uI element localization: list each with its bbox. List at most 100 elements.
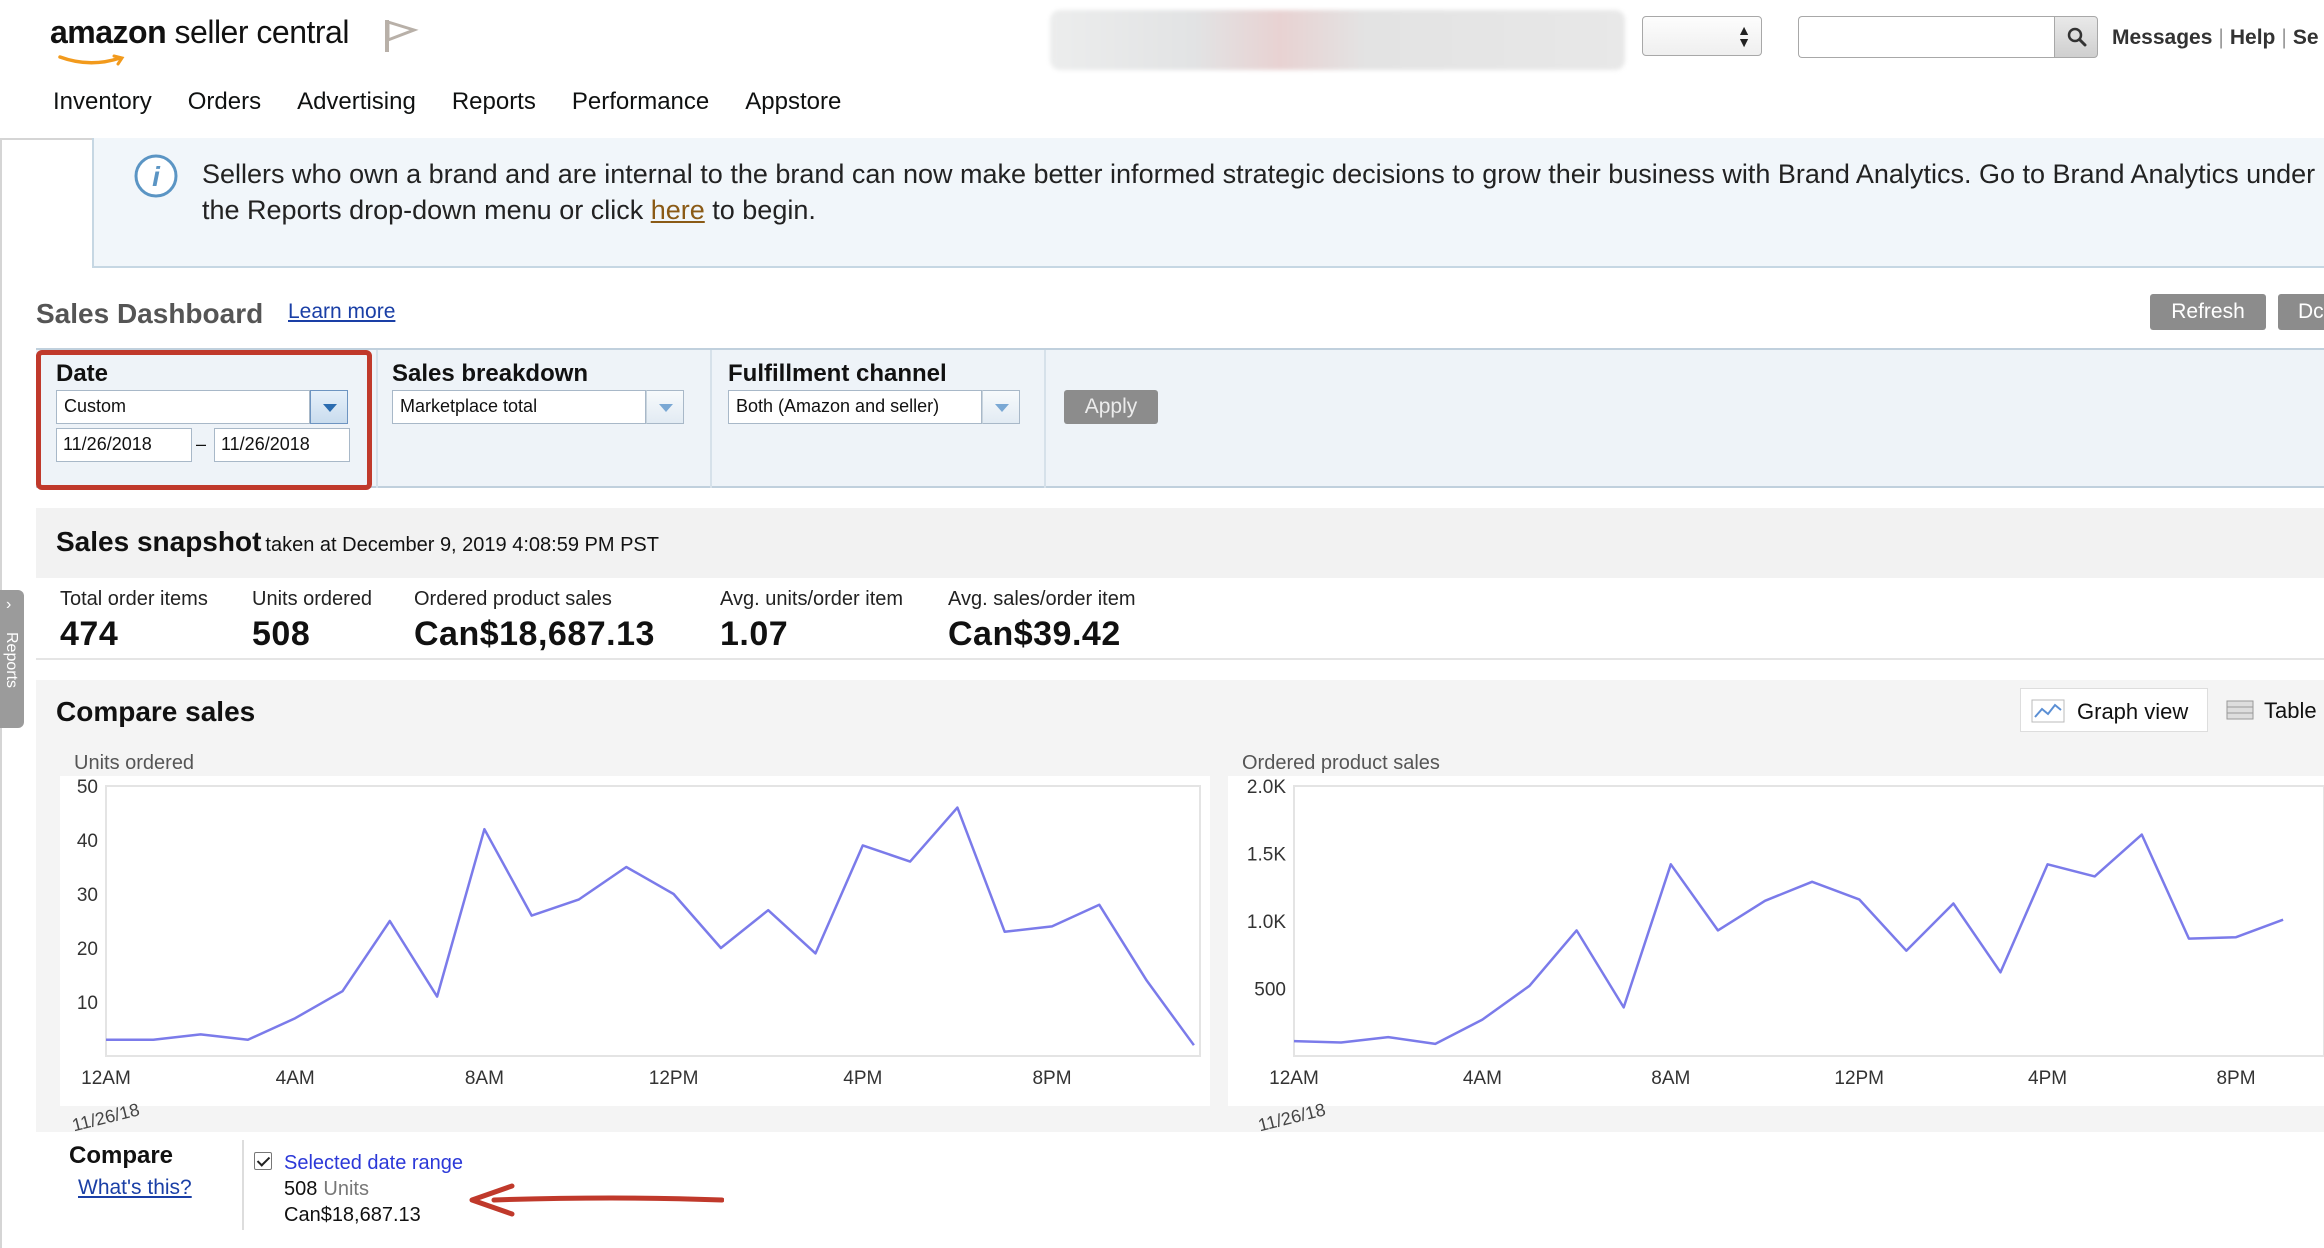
metric-ordered-product-sales: Ordered product sales Can$18,687.13	[414, 588, 655, 654]
banner-text-start: Sellers who own a brand and are internal…	[202, 159, 2316, 225]
metric-value: 1.07	[720, 615, 789, 653]
x-tick-label: 12AM	[1269, 1068, 1319, 1089]
y-tick-label: 2.0K	[1247, 777, 1286, 798]
settings-link[interactable]: Se	[2293, 26, 2319, 49]
fulfillment-channel-dropdown[interactable]	[982, 390, 1020, 424]
filter-divider	[376, 350, 378, 488]
sales-breakdown-label: Sales breakdown	[392, 360, 589, 387]
nav-reports[interactable]: Reports	[452, 88, 536, 116]
x-tick-label: 8PM	[2216, 1068, 2255, 1089]
metric-value: 474	[60, 615, 119, 653]
metric-avg-sales-per-order-item: Avg. sales/order item Can$39.42	[948, 588, 1136, 654]
compare-range-section: Compare What's this? Selected date range…	[36, 1132, 2324, 1236]
metric-value: 508	[252, 615, 311, 653]
download-button[interactable]: Dc	[2278, 294, 2324, 330]
link-separator: |	[2281, 26, 2287, 49]
sales-snapshot-metrics: Total order items 474 Units ordered 508 …	[36, 578, 2324, 660]
metric-value: Can$18,687.13	[414, 615, 655, 653]
main-nav: Inventory Orders Advertising Reports Per…	[53, 88, 841, 116]
snapshot-title-text: Sales snapshot	[56, 526, 262, 557]
x-tick-label: 12PM	[1834, 1068, 1884, 1089]
x-tick-label: 12AM	[81, 1068, 131, 1089]
sales-chart-title: Ordered product sales	[1242, 752, 1440, 774]
messages-link[interactable]: Messages	[2112, 26, 2212, 49]
table-view-button[interactable]: Table	[2216, 688, 2324, 732]
side-tab-label: Reports	[3, 632, 20, 689]
refresh-button[interactable]: Refresh	[2150, 294, 2266, 330]
fulfillment-channel-label: Fulfillment channel	[728, 360, 947, 387]
metric-label: Avg. units/order item	[720, 588, 904, 610]
brand-analytics-banner: i Sellers who own a brand and are intern…	[92, 138, 2324, 268]
chevron-down-icon	[995, 404, 1009, 412]
amazon-seller-central-logo[interactable]: amazon seller central	[50, 14, 350, 66]
units-chart-title: Units ordered	[74, 752, 195, 774]
blurred-account-area	[1050, 10, 1625, 70]
selected-range-units: 508 Units	[284, 1178, 369, 1201]
graph-view-label: Graph view	[2077, 699, 2189, 724]
metric-avg-units-per-order-item: Avg. units/order item 1.07	[720, 588, 903, 654]
units-ordered-chart: 10 20 30 40 50 12AM 4AM 8AM 12PM 4PM 8PM	[60, 776, 1210, 1106]
sales-snapshot-header: Sales snapshot taken at December 9, 2019 …	[36, 508, 2324, 578]
plot-area	[1293, 785, 2324, 1057]
reports-side-tab[interactable]: › Reports	[0, 590, 24, 728]
learn-more-link[interactable]: Learn more	[288, 300, 395, 324]
search-button[interactable]	[2054, 16, 2098, 58]
ordered-product-sales-chart: 500 1.0K 1.5K 2.0K 12AM 4AM 8AM 12PM 4PM 8PM	[1228, 776, 2324, 1106]
snapshot-timestamp: taken at December 9, 2019 4:08:59 PM PST	[265, 534, 659, 556]
flag-icon[interactable]	[382, 18, 420, 54]
nav-appstore[interactable]: Appstore	[745, 88, 841, 116]
link-separator: |	[2218, 26, 2224, 49]
top-links: Messages | Help | Se	[2112, 26, 2319, 50]
filter-bar	[36, 348, 2324, 488]
chevron-right-icon: ›	[6, 596, 12, 613]
nav-advertising[interactable]: Advertising	[297, 88, 416, 116]
metric-label: Ordered product sales	[414, 588, 612, 610]
compare-label: Compare	[69, 1142, 174, 1169]
filter-divider	[1044, 350, 1046, 488]
range-units-value: 508	[284, 1178, 318, 1200]
x-tick-label: 8AM	[465, 1068, 504, 1089]
whats-this-link[interactable]: What's this?	[78, 1176, 192, 1200]
nav-performance[interactable]: Performance	[572, 88, 709, 116]
banner-text-end: to begin.	[704, 195, 816, 225]
line-chart-icon	[2031, 699, 2065, 723]
sales-breakdown-dropdown[interactable]	[646, 390, 684, 424]
metric-value: Can$39.42	[948, 615, 1121, 653]
selected-range-checkbox[interactable]	[254, 1152, 272, 1170]
sales-breakdown-select[interactable]: Marketplace total	[392, 390, 646, 424]
filter-divider	[710, 350, 712, 488]
y-tick-label: 50	[77, 777, 98, 798]
nav-inventory[interactable]: Inventory	[53, 88, 152, 116]
y-tick-label: 40	[77, 831, 98, 852]
graph-view-button[interactable]: Graph view	[2020, 688, 2208, 732]
y-tick-label: 20	[77, 939, 98, 960]
nav-orders[interactable]: Orders	[188, 88, 261, 116]
x-tick-label: 4AM	[276, 1068, 315, 1089]
banner-here-link[interactable]: here	[651, 195, 705, 225]
metric-total-order-items: Total order items 474	[60, 588, 208, 654]
x-tick-label: 4PM	[843, 1068, 882, 1089]
view-toggle: Graph view Table	[2020, 688, 2324, 732]
search-input[interactable]	[1798, 16, 2054, 58]
metric-label: Units ordered	[252, 588, 373, 610]
compare-divider	[242, 1140, 244, 1230]
table-view-label: Table	[2264, 698, 2317, 723]
info-icon: i	[134, 154, 178, 198]
fulfillment-channel-select[interactable]: Both (Amazon and seller)	[728, 390, 982, 424]
marketplace-select[interactable]: ▲ ▼	[1642, 16, 1762, 56]
range-units-word: Units	[323, 1178, 369, 1200]
annotation-arrow-icon	[469, 1183, 724, 1217]
help-link[interactable]: Help	[2230, 26, 2276, 49]
amazon-smile-icon	[58, 54, 125, 66]
y-tick-label: 10	[77, 993, 98, 1014]
selected-range-label[interactable]: Selected date range	[284, 1152, 463, 1175]
selected-range-sales: Can$18,687.13	[284, 1204, 421, 1226]
plot-area	[105, 785, 1201, 1057]
apply-button[interactable]: Apply	[1064, 390, 1158, 424]
x-tick-label: 12PM	[649, 1068, 699, 1089]
table-icon	[2226, 700, 2254, 720]
sales-snapshot-title: Sales snapshot taken at December 9, 2019 …	[56, 526, 659, 558]
chevron-down-icon	[659, 404, 673, 412]
x-tick-label: 8PM	[1032, 1068, 1071, 1089]
x-tick-label: 4PM	[2028, 1068, 2067, 1089]
